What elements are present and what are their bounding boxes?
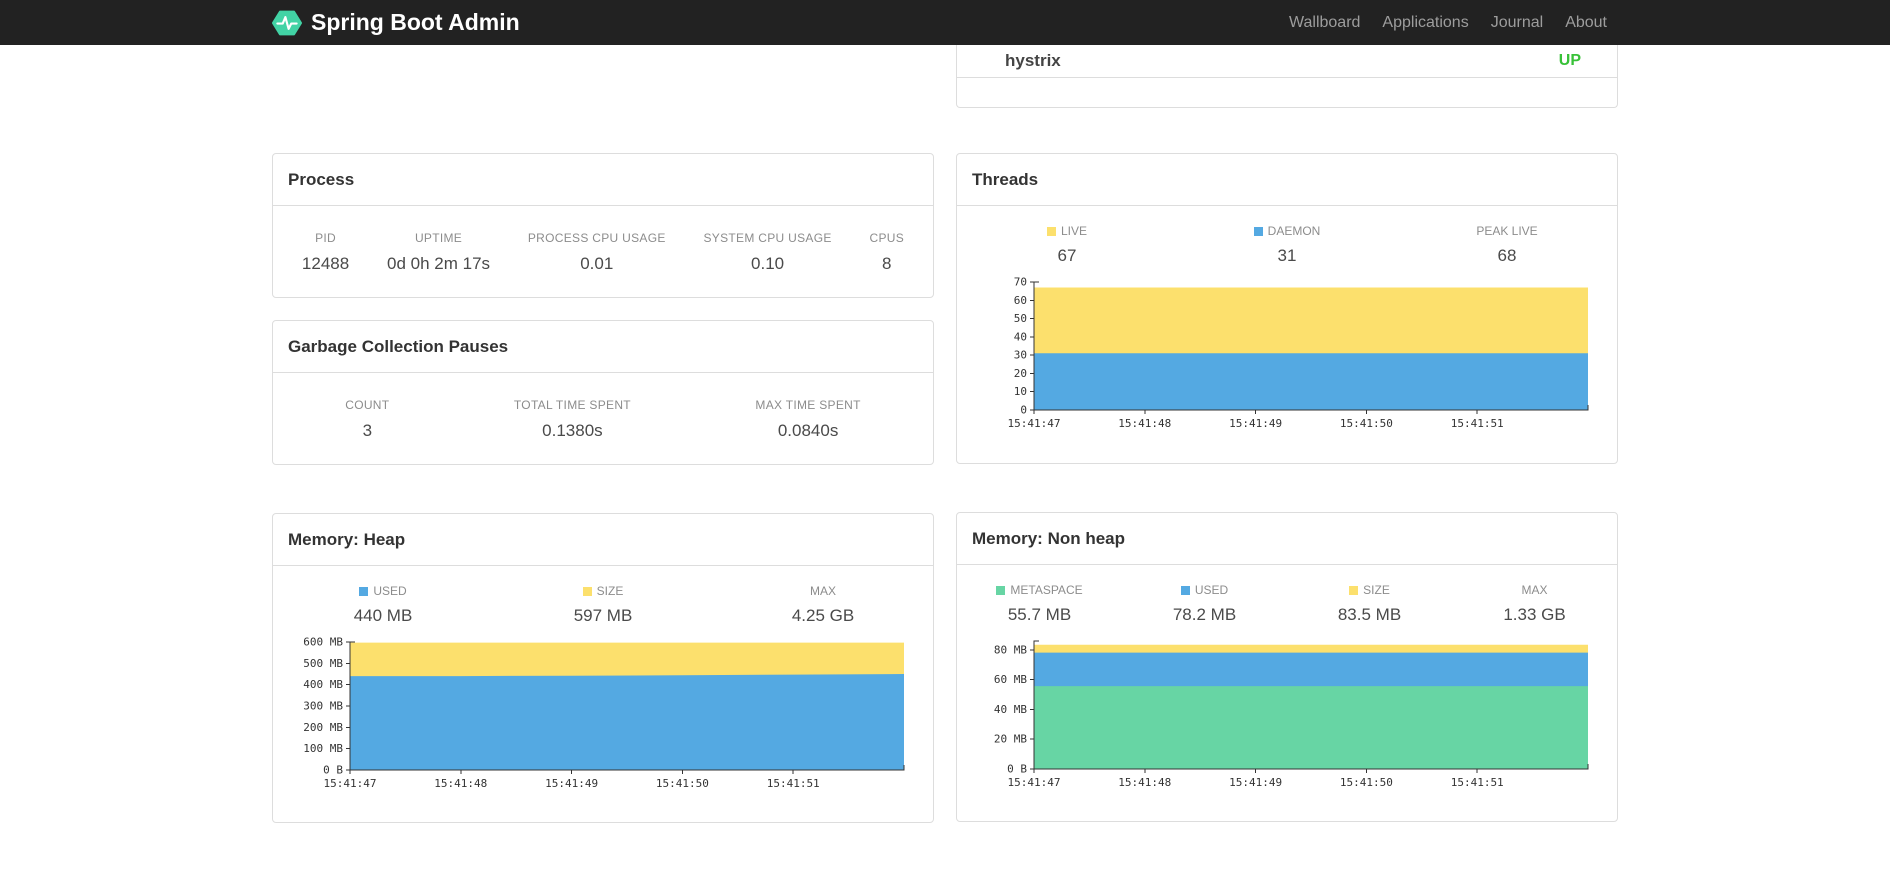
nav-link-about[interactable]: About xyxy=(1554,14,1618,32)
svg-text:15:41:48: 15:41:48 xyxy=(1118,417,1171,430)
legend-color-swatch xyxy=(1253,226,1263,236)
legend-color-swatch xyxy=(1349,585,1359,595)
svg-text:15:41:47: 15:41:47 xyxy=(1008,776,1061,789)
svg-text:20 MB: 20 MB xyxy=(994,733,1027,746)
legend-color-swatch xyxy=(359,586,369,596)
legend-item-live: LIVE 67 xyxy=(957,224,1177,266)
main-content: Process PID 12488 UPTIME 0d 0h 2m 17s PR… xyxy=(272,45,1618,823)
legend-item-metaspace: METASPACE 55.7 MB xyxy=(957,583,1122,625)
process-card: Process PID 12488 UPTIME 0d 0h 2m 17s PR… xyxy=(272,153,934,298)
heap-card-header: Memory: Heap xyxy=(273,514,933,566)
card-title: Garbage Collection Pauses xyxy=(288,336,509,356)
legend-item-max: MAX 4.25 GB xyxy=(791,584,855,625)
heap-memory-chart: 0 B 100 MB 200 MB 300 MB 400 MB 500 MB 600 MB 1… xyxy=(273,626,933,796)
legend-color-swatch xyxy=(1180,585,1190,595)
nav-links: Wallboard Applications Journal About xyxy=(1278,14,1618,32)
svg-text:200 MB: 200 MB xyxy=(303,721,343,734)
legend-item-peak-live: PEAK LIVE 68 xyxy=(1476,224,1538,265)
svg-text:300 MB: 300 MB xyxy=(303,700,343,713)
nav-link-wallboard[interactable]: Wallboard xyxy=(1278,14,1371,32)
svg-text:10: 10 xyxy=(1014,385,1027,398)
legend-item-used: USED 78.2 MB xyxy=(1172,583,1237,624)
svg-text:0: 0 xyxy=(1020,404,1027,417)
svg-text:40: 40 xyxy=(1014,330,1027,343)
svg-text:70: 70 xyxy=(1014,276,1027,289)
svg-text:15:41:47: 15:41:47 xyxy=(1008,417,1061,430)
nav-link-journal[interactable]: Journal xyxy=(1480,14,1554,32)
brand-title: Spring Boot Admin xyxy=(311,9,520,35)
nonheap-card-header: Memory: Non heap xyxy=(957,513,1617,565)
svg-text:15:41:48: 15:41:48 xyxy=(1118,776,1171,789)
nonheap-memory-chart: 0 B 20 MB 40 MB 60 MB 80 MB 15:41:47 15:41:48 1… xyxy=(957,625,1617,795)
stat-gc-total-time: TOTAL TIME SPENT 0.1380s xyxy=(513,397,631,440)
gc-stats: COUNT 3 TOTAL TIME SPENT 0.1380s MAX TIM… xyxy=(273,373,933,464)
stat-system-cpu: SYSTEM CPU USAGE 0.10 xyxy=(703,230,832,273)
stat-gc-max-time: MAX TIME SPENT 0.0840s xyxy=(755,397,861,440)
legend-item-daemon: DAEMON 31 xyxy=(1177,224,1397,266)
svg-text:15:41:50: 15:41:50 xyxy=(656,777,709,790)
card-title: Process xyxy=(288,169,355,189)
svg-text:15:41:49: 15:41:49 xyxy=(545,777,598,790)
svg-text:15:41:50: 15:41:50 xyxy=(1340,417,1393,430)
svg-text:80 MB: 80 MB xyxy=(994,643,1027,656)
nav-link-applications[interactable]: Applications xyxy=(1371,14,1479,32)
svg-text:15:41:51: 15:41:51 xyxy=(767,777,820,790)
stat-pid: PID 12488 xyxy=(301,230,350,273)
svg-text:15:41:51: 15:41:51 xyxy=(1451,417,1504,430)
gc-card-header: Garbage Collection Pauses xyxy=(273,321,933,373)
svg-text:15:41:51: 15:41:51 xyxy=(1451,776,1504,789)
svg-text:60 MB: 60 MB xyxy=(994,673,1027,686)
svg-text:15:41:49: 15:41:49 xyxy=(1229,776,1282,789)
svg-text:100 MB: 100 MB xyxy=(303,742,343,755)
card-title: Threads xyxy=(972,169,1039,189)
nonheap-legend: METASPACE 55.7 MB USED 78.2 MB SIZE 83.5… xyxy=(957,583,1617,625)
legend-item-size: SIZE 83.5 MB xyxy=(1337,583,1402,624)
process-card-header: Process xyxy=(273,154,933,206)
heap-legend: USED 440 MB SIZE 597 MB MAX 4.25 GB xyxy=(273,584,933,626)
health-card: hystrix UP xyxy=(956,45,1618,108)
legend-color-swatch xyxy=(1046,226,1056,236)
card-title: Memory: Non heap xyxy=(972,528,1126,548)
svg-text:0 B: 0 B xyxy=(323,764,343,777)
svg-text:60: 60 xyxy=(1014,294,1027,307)
heap-memory-card: Memory: Heap USED 440 MB SIZE 597 MB MAX… xyxy=(272,513,934,823)
gc-card: Garbage Collection Pauses COUNT 3 TOTAL … xyxy=(272,320,934,465)
card-title: Memory: Heap xyxy=(288,529,406,549)
threads-card: Threads LIVE 67 DAEMON 31 PEAK LIVE 68 0… xyxy=(956,153,1618,464)
svg-text:500 MB: 500 MB xyxy=(303,657,343,670)
brand-link[interactable]: Spring Boot Admin xyxy=(272,8,520,38)
stat-process-cpu: PROCESS CPU USAGE 0.01 xyxy=(527,230,666,273)
stat-cpus: CPUS 8 xyxy=(869,230,905,273)
stat-uptime: UPTIME 0d 0h 2m 17s xyxy=(387,230,491,273)
top-navbar: Spring Boot Admin Wallboard Applications… xyxy=(0,0,1890,45)
threads-card-header: Threads xyxy=(957,154,1617,206)
legend-color-swatch xyxy=(996,585,1006,595)
legend-color-swatch xyxy=(582,586,592,596)
svg-text:30: 30 xyxy=(1014,349,1027,362)
brand-logo-icon xyxy=(272,10,302,35)
left-column: Process PID 12488 UPTIME 0d 0h 2m 17s PR… xyxy=(272,45,934,823)
svg-text:15:41:50: 15:41:50 xyxy=(1340,776,1393,789)
svg-text:15:41:47: 15:41:47 xyxy=(324,777,377,790)
legend-item-max: MAX 1.33 GB xyxy=(1503,583,1566,624)
health-row-hystrix: hystrix UP xyxy=(957,45,1617,78)
svg-text:15:41:48: 15:41:48 xyxy=(434,777,487,790)
threads-chart: 0 10 20 30 40 50 60 70 15:41:47 15:41:48 15:41:49 1… xyxy=(957,266,1617,436)
process-stats: PID 12488 UPTIME 0d 0h 2m 17s PROCESS CP… xyxy=(273,206,933,297)
svg-text:50: 50 xyxy=(1014,312,1027,325)
legend-item-size: SIZE 597 MB xyxy=(573,584,633,625)
health-indicator-name: hystrix xyxy=(1005,51,1061,70)
svg-text:40 MB: 40 MB xyxy=(994,703,1027,716)
svg-text:15:41:49: 15:41:49 xyxy=(1229,417,1282,430)
nonheap-memory-card: Memory: Non heap METASPACE 55.7 MB USED … xyxy=(956,512,1618,822)
legend-item-used: USED 440 MB xyxy=(353,584,413,625)
svg-text:600 MB: 600 MB xyxy=(303,636,343,649)
svg-text:400 MB: 400 MB xyxy=(303,678,343,691)
svg-text:20: 20 xyxy=(1014,367,1027,380)
svg-text:0 B: 0 B xyxy=(1007,763,1027,776)
status-badge: UP xyxy=(1558,52,1581,69)
stat-gc-count: COUNT 3 xyxy=(345,397,390,440)
threads-legend: LIVE 67 DAEMON 31 PEAK LIVE 68 xyxy=(957,224,1617,266)
right-column: hystrix UP Threads LIVE 67 DAEMON 31 PEA… xyxy=(956,45,1618,822)
